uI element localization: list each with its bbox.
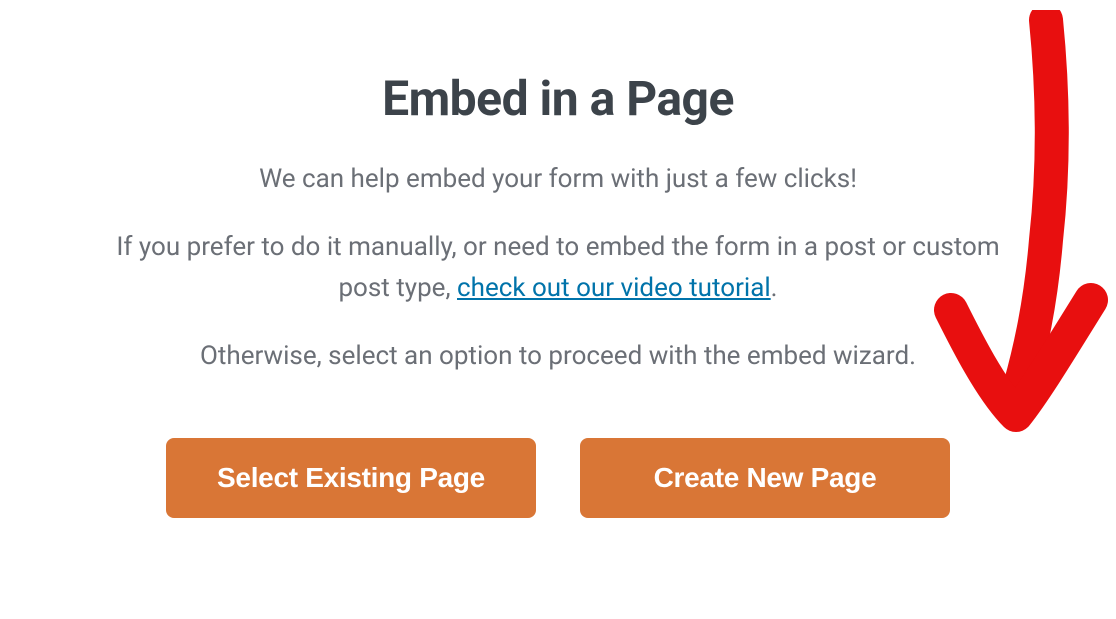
button-row: Select Existing Page Create New Page [100,438,1016,518]
select-existing-page-button[interactable]: Select Existing Page [166,438,536,518]
modal-title: Embed in a Page [100,70,1016,127]
create-new-page-button[interactable]: Create New Page [580,438,950,518]
modal-intro-text: We can help embed your form with just a … [100,159,1016,199]
modal-wizard-text: Otherwise, select an option to proceed w… [100,336,1016,376]
video-tutorial-link[interactable]: check out our video tutorial [457,273,771,303]
modal-manual-text: If you prefer to do it manually, or need… [100,227,1016,308]
modal-manual-suffix: . [771,273,778,303]
embed-modal: Embed in a Page We can help embed your f… [0,0,1116,558]
